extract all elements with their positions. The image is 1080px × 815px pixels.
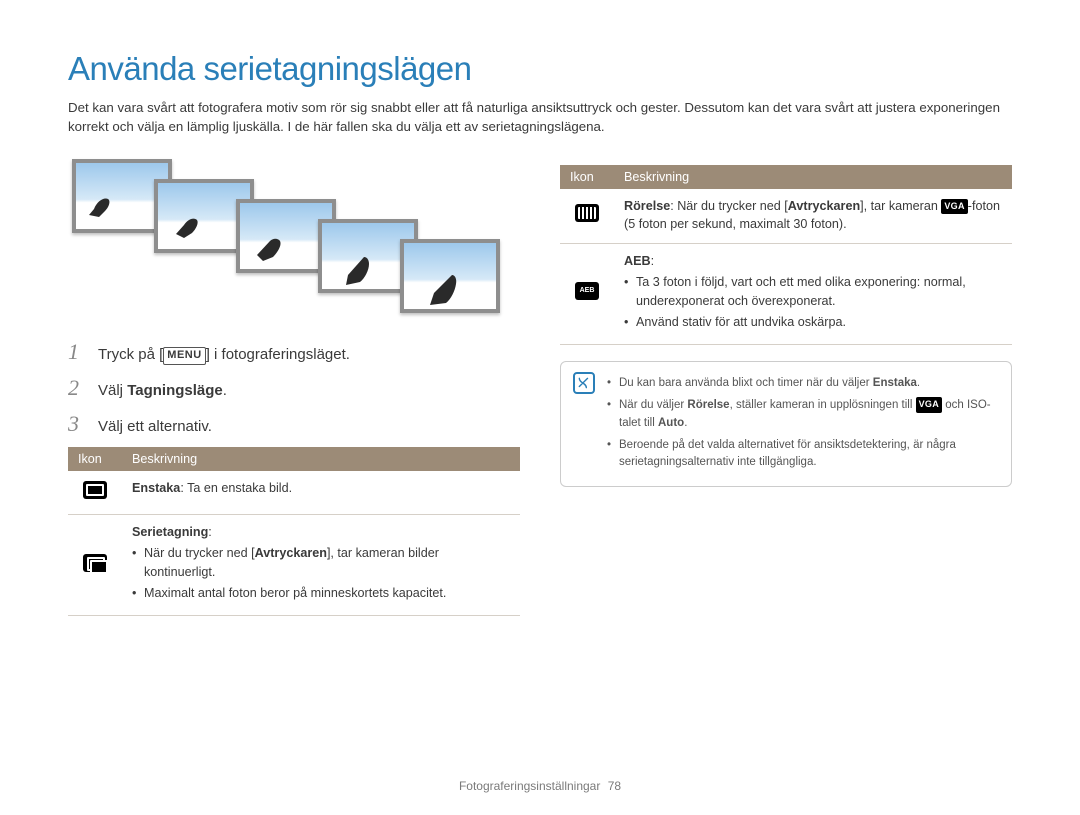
footer-section: Fotograferingsinställningar [459,779,600,793]
vga-chip-icon: VGA [941,199,967,214]
burst-icon [83,554,107,572]
step-number: 3 [68,411,86,437]
thumbnail-5 [400,239,500,313]
th-icon: Ikon [560,165,614,189]
row-label: Enstaka [132,481,180,495]
thumbnail-strip [72,159,520,329]
table-row: AEB: Ta 3 foton i följd, vart och ett me… [560,244,1012,345]
row-colon: : [651,254,655,268]
step-number: 2 [68,375,86,401]
single-shot-icon [83,481,107,499]
th-desc: Beskrivning [122,447,520,471]
bullet: När du trycker ned [Avtryckaren], tar ka… [132,544,510,581]
bullet: Ta 3 foton i följd, vart och ett med oli… [624,273,1002,310]
bullet: Använd stativ för att undvika oskärpa. [624,313,1002,331]
right-table: Ikon Beskrivning Rörelse: När du trycker… [560,165,1012,346]
note-bullet: Beroende på det valda alternativet för a… [607,437,997,472]
note-icon [573,372,595,394]
note-bullet: När du väljer Rörelse, ställer kameran i… [607,397,997,432]
step-2-text-a: Välj [98,382,127,399]
row-label: Serietagning [132,525,208,539]
th-icon: Ikon [68,447,122,471]
page-title: Använda serietagningslägen [68,50,1012,88]
left-table: Ikon Beskrivning Enstaka: Ta en enstaka … [68,447,520,616]
step-2-bold: Tagningsläge [127,382,223,399]
step-3: 3 Välj ett alternativ. [68,411,520,437]
table-row: Serietagning: När du trycker ned [Avtryc… [68,515,520,616]
intro-paragraph: Det kan vara svårt att fotografera motiv… [68,98,1012,137]
page-footer: Fotograferingsinställningar 78 [0,779,1080,793]
step-1: 1 Tryck på [MENU] i fotograferingsläget. [68,339,520,365]
step-1-text-b: ] i fotograferingsläget. [206,346,350,363]
footer-page-number: 78 [608,779,621,793]
bullet: Maximalt antal foton beror på minneskort… [132,584,510,602]
note-box: Du kan bara använda blixt och timer när … [560,361,1012,487]
vga-chip-icon: VGA [916,397,942,413]
row-label: AEB [624,254,651,268]
menu-chip-icon: MENU [163,347,205,365]
motion-icon [575,204,599,222]
th-desc: Beskrivning [614,165,1012,189]
row-colon: : [208,525,212,539]
step-1-text-a: Tryck på [ [98,346,163,363]
step-2: 2 Välj Tagningsläge. [68,375,520,401]
note-bullet: Du kan bara använda blixt och timer när … [607,375,997,392]
step-2-text-c: . [223,382,227,399]
step-number: 1 [68,339,86,365]
row-label: Rörelse [624,199,670,213]
aeb-icon [575,282,599,300]
table-row: Enstaka: Ta en enstaka bild. [68,471,520,515]
step-3-text: Välj ett alternativ. [98,416,212,437]
table-row: Rörelse: När du trycker ned [Avtryckaren… [560,189,1012,244]
row-text: : Ta en enstaka bild. [180,481,292,495]
